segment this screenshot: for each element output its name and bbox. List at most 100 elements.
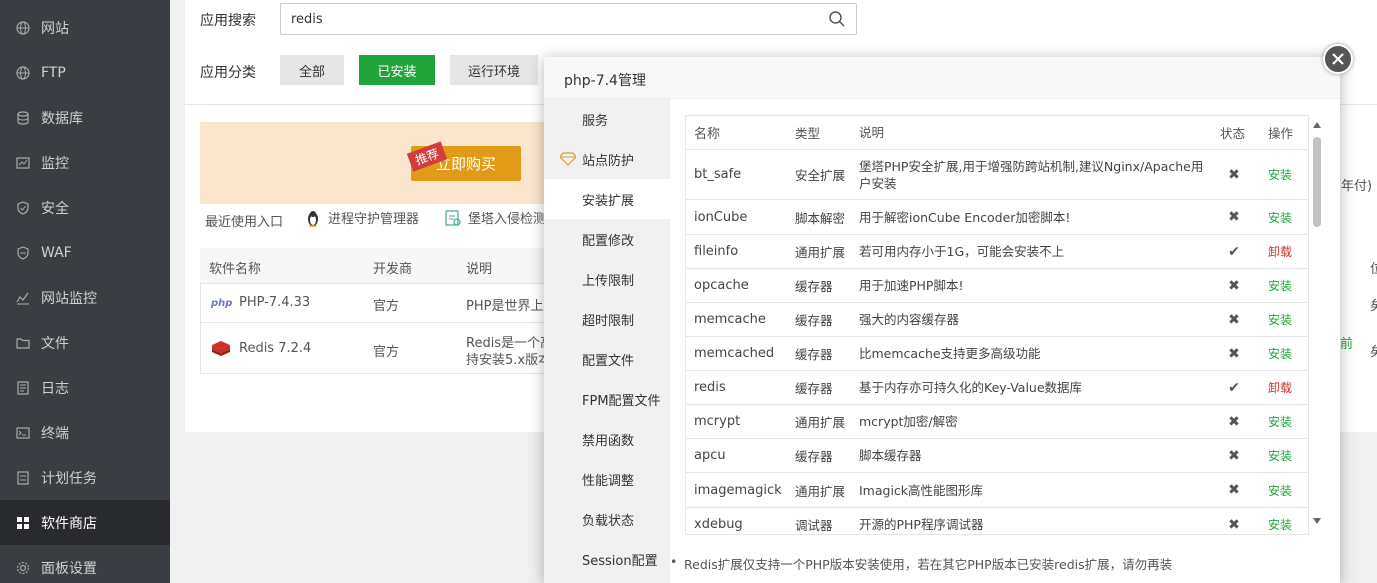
nav-disable-func[interactable]: 禁用函数 <box>544 419 670 459</box>
sidebar-item-label: 网站监控 <box>41 290 97 307</box>
close-button[interactable] <box>1323 44 1353 74</box>
install-link[interactable]: 安装 <box>1268 303 1292 336</box>
install-link[interactable]: 安装 <box>1268 405 1292 438</box>
nav-install-ext[interactable]: 安装扩展 <box>544 179 670 219</box>
search-input[interactable]: redis <box>280 3 857 35</box>
table-row: ionCube 脚本解密 用于解密ionCube Encoder加密脚本! ✖ … <box>686 200 1308 235</box>
sidebar-item-label: FTP <box>41 64 66 81</box>
category-installed-button[interactable]: 已安装 <box>359 55 435 85</box>
nav-upload-limit[interactable]: 上传限制 <box>544 259 670 299</box>
right-peek-header: 位 <box>1370 262 1377 277</box>
ext-name: bt_safe <box>694 167 742 182</box>
price-suffix: 年付) <box>1341 179 1373 194</box>
ext-type: 缓存器 <box>795 347 833 362</box>
chart-icon <box>16 291 30 305</box>
nav-timeout-limit[interactable]: 超时限制 <box>544 299 670 339</box>
status-not-installed-icon: ✖ <box>1228 516 1240 533</box>
col-status: 状态 <box>1220 126 1246 141</box>
sidebar-item-database[interactable]: 数据库 <box>0 95 170 140</box>
sidebar-item-label: 网站 <box>41 20 69 37</box>
ext-name: ionCube <box>694 209 748 225</box>
sidebar-item-waf[interactable]: WAF <box>0 230 170 275</box>
task-icon <box>16 470 30 485</box>
sidebar: 网站 FTP 数据库 监控 安全 WAF 网站监控 文件 日志 终端 计划任务 <box>0 0 170 583</box>
category-all-button[interactable]: 全部 <box>280 55 344 85</box>
ext-type: 脚本解密 <box>795 210 846 226</box>
log-icon <box>16 380 30 395</box>
install-link[interactable]: 安装 <box>1268 269 1292 302</box>
software-name[interactable]: PHP-7.4.33 <box>239 295 310 310</box>
sidebar-item-ftp[interactable]: FTP <box>0 50 170 95</box>
nav-fpm-config[interactable]: FPM配置文件 <box>544 379 670 419</box>
ext-name: imagemagick <box>694 482 782 498</box>
table-header: 名称 类型 说明 状态 操作 <box>686 116 1308 150</box>
scrollbar-thumb[interactable] <box>1313 137 1321 227</box>
recent-item-supervisor[interactable]: 进程守护管理器 <box>304 208 419 227</box>
ext-type: 缓存器 <box>795 449 833 464</box>
install-link[interactable]: 安装 <box>1268 200 1292 234</box>
sidebar-item-app-store[interactable]: 软件商店 <box>0 500 170 545</box>
sidebar-item-logs[interactable]: 日志 <box>0 365 170 410</box>
modal-title: php-7.4管理 <box>544 57 1340 99</box>
globe-icon <box>16 65 30 80</box>
sidebar-item-security[interactable]: 安全 <box>0 185 170 230</box>
sidebar-item-settings[interactable]: 面板设置 <box>0 545 170 583</box>
category-label: 应用分类 <box>200 65 256 81</box>
table-row: mcrypt 通用扩展 mcrypt加密/解密 ✖ 安装 <box>686 405 1308 439</box>
table-row: bt_safe 安全扩展 堡塔PHP安全扩展,用于增强防跨站机制,建议Nginx… <box>686 150 1308 200</box>
sidebar-item-site-monitor[interactable]: 网站监控 <box>0 275 170 320</box>
col-header-name: 软件名称 <box>209 262 262 277</box>
recent-item-intrusion[interactable]: 堡塔入侵检测 <box>444 208 546 227</box>
right-peek-link[interactable]: 前 <box>1340 333 1353 352</box>
status-installed-icon: ✔ <box>1228 243 1240 260</box>
nav-session-config[interactable]: Session配置 <box>544 539 670 579</box>
status-installed-icon: ✔ <box>1228 379 1240 396</box>
search-icon[interactable] <box>828 10 846 28</box>
nav-site-protect[interactable]: 站点防护 <box>544 139 670 179</box>
install-link[interactable]: 安装 <box>1268 337 1292 370</box>
sidebar-item-website[interactable]: 网站 <box>0 5 170 50</box>
sidebar-item-monitor[interactable]: 监控 <box>0 140 170 185</box>
sidebar-item-files[interactable]: 文件 <box>0 320 170 365</box>
sidebar-item-label: 面板设置 <box>41 560 97 577</box>
software-desc: PHP是世界上最 <box>466 299 557 314</box>
sidebar-item-cron[interactable]: 计划任务 <box>0 455 170 500</box>
install-link[interactable]: 安装 <box>1268 439 1292 472</box>
nav-config-edit[interactable]: 配置修改 <box>544 219 670 259</box>
install-link[interactable]: 安装 <box>1268 508 1292 534</box>
install-link[interactable]: 安装 <box>1268 150 1292 199</box>
software-name[interactable]: Redis 7.2.4 <box>239 341 311 356</box>
diamond-icon <box>560 152 576 166</box>
scroll-up-arrow-icon[interactable] <box>1313 122 1321 128</box>
ext-name: memcached <box>694 346 775 361</box>
scroll-down-arrow-icon[interactable] <box>1313 518 1321 524</box>
uninstall-link[interactable]: 卸载 <box>1268 371 1292 404</box>
nav-label: 站点防护 <box>582 153 635 169</box>
table-row: fileinfo 通用扩展 若可用内存小于1G，可能会安装不上 ✔ 卸载 <box>686 235 1308 269</box>
nav-performance[interactable]: 性能调整 <box>544 459 670 499</box>
ext-desc: 比memcache支持更多高级功能 <box>859 346 1041 361</box>
ext-name: xdebug <box>694 517 743 532</box>
ext-desc: 堡塔PHP安全扩展,用于增强防跨站机制,建议Nginx/Apache用户安装 <box>859 158 1204 191</box>
svg-text:php: php <box>211 298 232 308</box>
recent-item-label: 进程守护管理器 <box>328 212 420 227</box>
ext-name: fileinfo <box>694 244 739 259</box>
uninstall-link[interactable]: 卸载 <box>1268 235 1292 268</box>
ext-desc: mcrypt加密/解密 <box>859 414 958 429</box>
waf-icon <box>16 245 30 260</box>
sidebar-item-terminal[interactable]: 终端 <box>0 410 170 455</box>
nav-config-file[interactable]: 配置文件 <box>544 339 670 379</box>
install-link[interactable]: 安装 <box>1268 473 1292 507</box>
redis-icon <box>212 341 230 356</box>
row-separator <box>200 322 545 323</box>
ext-name: apcu <box>694 448 726 463</box>
sidebar-item-label: 软件商店 <box>41 515 97 532</box>
nav-load-status[interactable]: 负载状态 <box>544 499 670 539</box>
col-type: 类型 <box>795 126 821 141</box>
category-runtime-button[interactable]: 运行环境 <box>450 55 538 85</box>
nav-service[interactable]: 服务 <box>544 99 670 139</box>
table-row: xdebug 调试器 开源的PHP程序调试器 ✖ 安装 <box>686 508 1308 534</box>
monitor-icon <box>16 156 30 170</box>
status-not-installed-icon: ✖ <box>1228 311 1240 328</box>
globe-icon <box>16 20 30 35</box>
